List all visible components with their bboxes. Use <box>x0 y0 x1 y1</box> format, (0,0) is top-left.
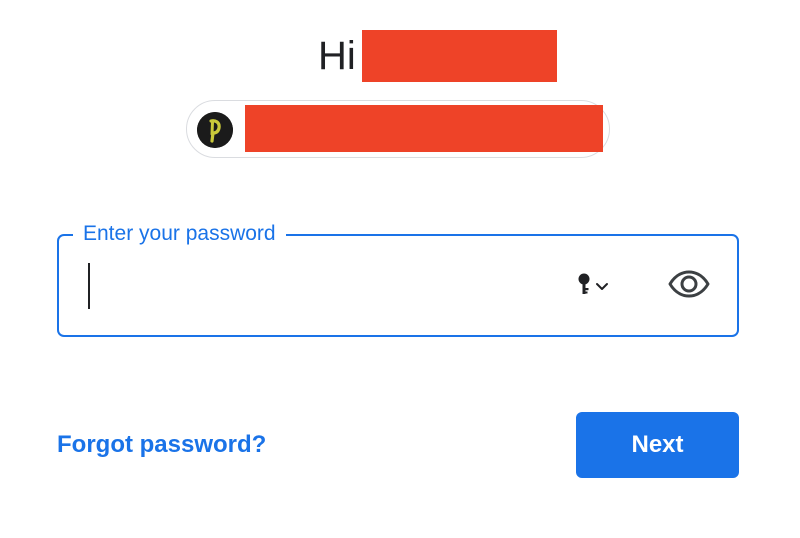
show-password-toggle[interactable] <box>664 266 714 306</box>
text-caret <box>88 263 90 309</box>
password-field[interactable]: Enter your password <box>57 221 739 337</box>
eye-icon <box>668 270 710 303</box>
account-avatar-icon <box>197 112 233 148</box>
password-field-label: Enter your password <box>73 221 286 247</box>
next-button[interactable]: Next <box>576 412 739 478</box>
forgot-password-link[interactable]: Forgot password? <box>57 428 266 462</box>
redacted-name <box>361 30 557 82</box>
key-icon <box>577 273 591 302</box>
greeting: Hi <box>318 30 557 82</box>
greeting-text: Hi <box>318 34 356 78</box>
redacted-email <box>245 105 603 152</box>
password-input[interactable] <box>81 258 551 312</box>
account-chip[interactable] <box>186 100 610 158</box>
chevron-down-icon <box>595 278 609 296</box>
password-manager-dropdown[interactable] <box>577 272 621 302</box>
